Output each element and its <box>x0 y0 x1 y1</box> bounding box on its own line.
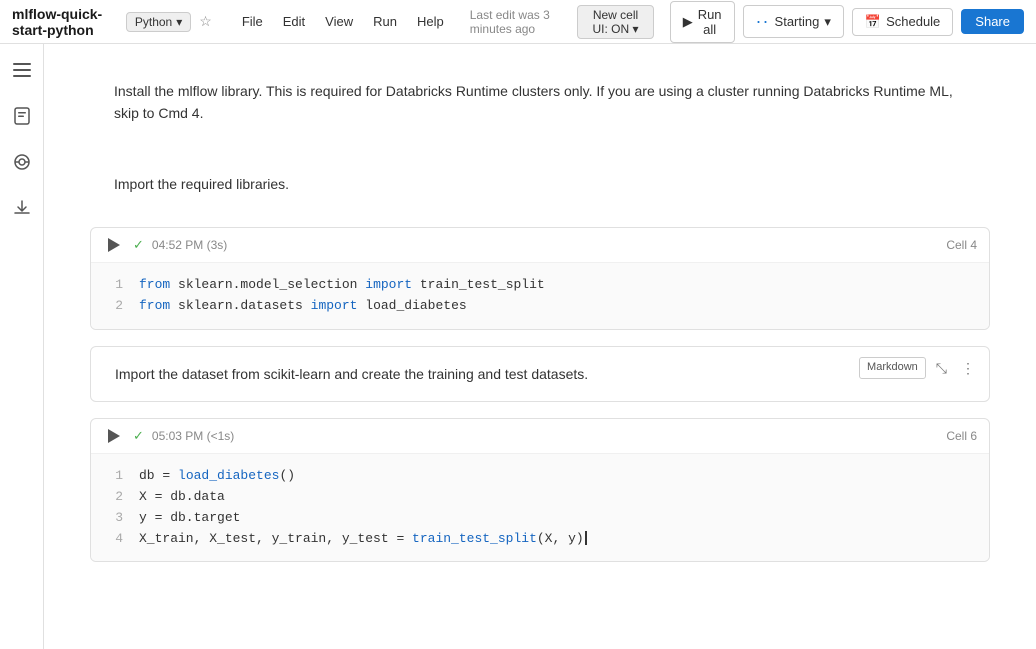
table-row: 1 db = load_diabetes() <box>107 466 973 487</box>
markdown-badge[interactable]: Markdown <box>859 357 926 379</box>
line-code: X_train, X_test, y_train, y_test = train… <box>139 529 587 550</box>
sidebar-icon-export[interactable] <box>8 194 36 222</box>
run-cell-6-button[interactable] <box>103 425 125 447</box>
cell-4-label: Cell 4 <box>946 238 977 252</box>
sidebar-icon-menu[interactable] <box>8 56 36 84</box>
starting-button[interactable]: ·· Starting ▾ <box>743 5 844 38</box>
line-code: db = load_diabetes() <box>139 466 295 487</box>
notebook-content: Install the mlflow library. This is requ… <box>44 44 1036 649</box>
menu-help[interactable]: Help <box>407 10 454 33</box>
markdown-text-2: Import the required libraries. <box>114 176 289 192</box>
new-cell-ui-label: New cell UI: ON <box>592 8 638 36</box>
notebook-title: mlflow-quick-start-python <box>12 6 118 38</box>
share-button[interactable]: Share <box>961 9 1024 34</box>
language-badge[interactable]: Python ▾ <box>126 12 191 32</box>
run-all-label: Run all <box>698 7 722 37</box>
line-number: 3 <box>107 508 123 529</box>
cell-4-check-icon: ✓ <box>133 237 144 253</box>
table-row: 4 X_train, X_test, y_train, y_test = tra… <box>107 529 973 550</box>
markdown-cell-selected: Markdown ⤡ ⋮ Import the dataset from sci… <box>90 346 990 402</box>
new-cell-arrow: ▾ <box>633 22 639 36</box>
calendar-icon: 📅 <box>865 14 881 30</box>
line-number: 1 <box>107 275 123 296</box>
line-number: 2 <box>107 296 123 317</box>
cell-4-code-body[interactable]: 1 from sklearn.model_selection import tr… <box>91 263 989 329</box>
starting-arrow: ▾ <box>824 14 831 30</box>
cell-6-label: Cell 6 <box>946 429 977 443</box>
line-code: from sklearn.datasets import load_diabet… <box>139 296 467 317</box>
sidebar-icon-network[interactable] <box>8 148 36 176</box>
code-cell-6-header: ✓ 05:03 PM (<1s) Cell 6 <box>91 419 989 454</box>
line-code: from sklearn.model_selection import trai… <box>139 275 545 296</box>
schedule-button[interactable]: 📅 Schedule <box>852 8 953 36</box>
table-row: 2 from sklearn.datasets import load_diab… <box>107 296 973 317</box>
run-all-button[interactable]: ▶ Run all <box>670 1 735 43</box>
line-code: X = db.data <box>139 487 225 508</box>
star-icon[interactable]: ☆ <box>199 13 212 30</box>
cell-6-code-body[interactable]: 1 db = load_diabetes() 2 X = db.data 3 y… <box>91 454 989 561</box>
line-code: y = db.target <box>139 508 240 529</box>
menu-edit[interactable]: Edit <box>273 10 315 33</box>
cell-4-time: 04:52 PM (3s) <box>152 238 227 252</box>
cell-6-check-icon: ✓ <box>133 428 144 444</box>
markdown-toolbar: Markdown ⤡ ⋮ <box>859 355 979 381</box>
code-cell-6: ✓ 05:03 PM (<1s) Cell 6 1 db = load_diab… <box>90 418 990 562</box>
top-bar: mlflow-quick-start-python Python ▾ ☆ Fil… <box>0 0 1036 44</box>
table-row: 1 from sklearn.model_selection import tr… <box>107 275 973 296</box>
last-edit-label: Last edit was 3 minutes ago <box>470 8 562 36</box>
markdown-text-3: Import the dataset from scikit-learn and… <box>115 366 588 382</box>
main-layout: Install the mlflow library. This is requ… <box>0 44 1036 649</box>
code-cell-4: ✓ 04:52 PM (3s) Cell 4 1 from sklearn.mo… <box>90 227 990 330</box>
menu-run[interactable]: Run <box>363 10 407 33</box>
language-label: Python <box>135 15 172 29</box>
run-all-icon: ▶ <box>683 14 693 30</box>
markdown-text-1: Install the mlflow library. This is requ… <box>114 83 953 121</box>
table-row: 2 X = db.data <box>107 487 973 508</box>
line-number: 2 <box>107 487 123 508</box>
expand-icon[interactable]: ⤡ <box>932 355 951 381</box>
dots-icon: ·· <box>756 11 770 32</box>
line-number: 1 <box>107 466 123 487</box>
sidebar-icon-files[interactable] <box>8 102 36 130</box>
more-options-icon[interactable]: ⋮ <box>957 355 979 381</box>
markdown-cell-2: Import the required libraries. <box>90 157 990 211</box>
menu-file[interactable]: File <box>232 10 273 33</box>
language-arrow: ▾ <box>176 15 182 29</box>
menu-bar: File Edit View Run Help <box>232 10 454 33</box>
menu-view[interactable]: View <box>315 10 363 33</box>
table-row: 3 y = db.target <box>107 508 973 529</box>
starting-label: Starting <box>775 14 820 29</box>
line-number: 4 <box>107 529 123 550</box>
cell-6-time: 05:03 PM (<1s) <box>152 429 234 443</box>
run-cell-4-button[interactable] <box>103 234 125 256</box>
markdown-cell-1: Install the mlflow library. This is requ… <box>90 64 990 141</box>
new-cell-ui-button[interactable]: New cell UI: ON ▾ <box>577 5 653 39</box>
code-cell-4-header: ✓ 04:52 PM (3s) Cell 4 <box>91 228 989 263</box>
sidebar <box>0 44 44 649</box>
share-label: Share <box>975 14 1010 29</box>
schedule-label: Schedule <box>886 14 940 29</box>
